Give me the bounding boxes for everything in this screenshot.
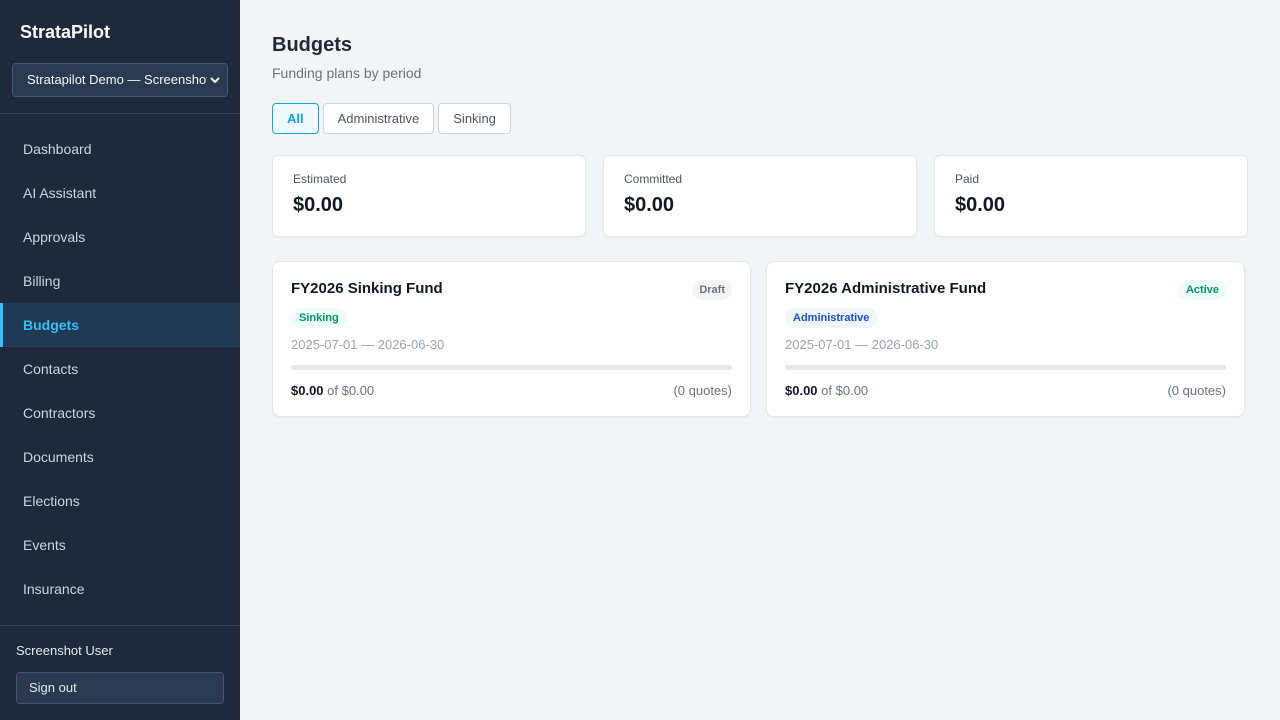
sidebar-item-dashboard[interactable]: Dashboard [0,127,240,171]
stat-card-estimated: Estimated $0.00 [272,155,586,237]
app-logo[interactable]: StrataPilot [20,22,110,43]
budget-name: FY2026 Sinking Fund [291,280,443,297]
sidebar-item-contacts[interactable]: Contacts [0,347,240,391]
sidebar-item-documents[interactable]: Documents [0,435,240,479]
budget-footer: $0.00 of $0.00 (0 quotes) [785,383,1226,398]
sidebar-item-budgets[interactable]: Budgets [0,303,240,347]
budget-period: 2025-07-01 — 2026-06-30 [291,337,445,352]
sidebar-nav: Dashboard AI Assistant Approvals Billing… [0,127,240,611]
budget-card-administrative[interactable]: FY2026 Administrative Fund Active Admini… [766,261,1245,417]
stat-value: $0.00 [293,194,344,216]
sidebar-item-billing[interactable]: Billing [0,259,240,303]
stat-value: $0.00 [955,194,1006,216]
stat-label: Committed [624,172,683,186]
budget-name: FY2026 Administrative Fund [785,280,987,297]
stat-value: $0.00 [624,194,675,216]
budget-total: of $0.00 [327,383,375,398]
budget-amounts: $0.00 of $0.00 [785,383,868,398]
budget-amounts: $0.00 of $0.00 [291,383,374,398]
filter-all-button[interactable]: All [272,103,319,134]
budget-total: of $0.00 [821,383,869,398]
budget-quote-count: (0 quotes) [673,383,732,398]
sidebar-footer-divider [0,625,240,626]
filter-administrative-button[interactable]: Administrative [322,103,435,134]
budget-progress-bar [291,365,732,370]
stat-label: Estimated [293,172,347,186]
sidebar-item-approvals[interactable]: Approvals [0,215,240,259]
budget-period: 2025-07-01 — 2026-06-30 [785,337,939,352]
budget-list: FY2026 Sinking Fund Draft Sinking 2025-0… [272,261,1245,417]
fund-type-badge: Administrative [785,308,878,328]
budget-spent: $0.00 [785,383,818,398]
budget-summary-stats: Estimated $0.00 Committed $0.00 Paid $0.… [272,155,1248,237]
sidebar-item-ai-assistant[interactable]: AI Assistant [0,171,240,215]
sidebar-item-contractors[interactable]: Contractors [0,391,240,435]
fund-type-badge: Sinking [291,308,347,328]
sidebar-item-insurance[interactable]: Insurance [0,567,240,611]
page-subtitle: Funding plans by period [272,65,422,81]
page-title: Budgets [272,34,352,56]
sidebar: StrataPilot Stratapilot Demo — Screensho… [0,0,240,720]
status-badge: Draft [692,280,732,300]
stat-card-paid: Paid $0.00 [934,155,1248,237]
status-badge: Active [1178,280,1226,300]
budget-card-sinking[interactable]: FY2026 Sinking Fund Draft Sinking 2025-0… [272,261,751,417]
sidebar-item-elections[interactable]: Elections [0,479,240,523]
organization-select-value: Stratapilot Demo — Screenshots [27,72,217,87]
budget-progress-bar [785,365,1226,370]
sidebar-divider [0,113,240,114]
stat-label: Paid [955,172,980,186]
sidebar-item-events[interactable]: Events [0,523,240,567]
budget-type-filters: All Administrative Sinking [272,103,511,134]
stat-card-committed: Committed $0.00 [603,155,917,237]
organization-select[interactable]: Stratapilot Demo — Screenshots [12,63,228,97]
main-content: Budgets Funding plans by period All Admi… [240,0,1280,720]
filter-sinking-button[interactable]: Sinking [438,103,511,134]
budget-footer: $0.00 of $0.00 (0 quotes) [291,383,732,398]
budget-spent: $0.00 [291,383,324,398]
budget-quote-count: (0 quotes) [1167,383,1226,398]
current-user-name: Screenshot User [16,643,113,658]
chevron-down-icon [207,64,223,96]
sign-out-button[interactable]: Sign out [16,672,224,704]
